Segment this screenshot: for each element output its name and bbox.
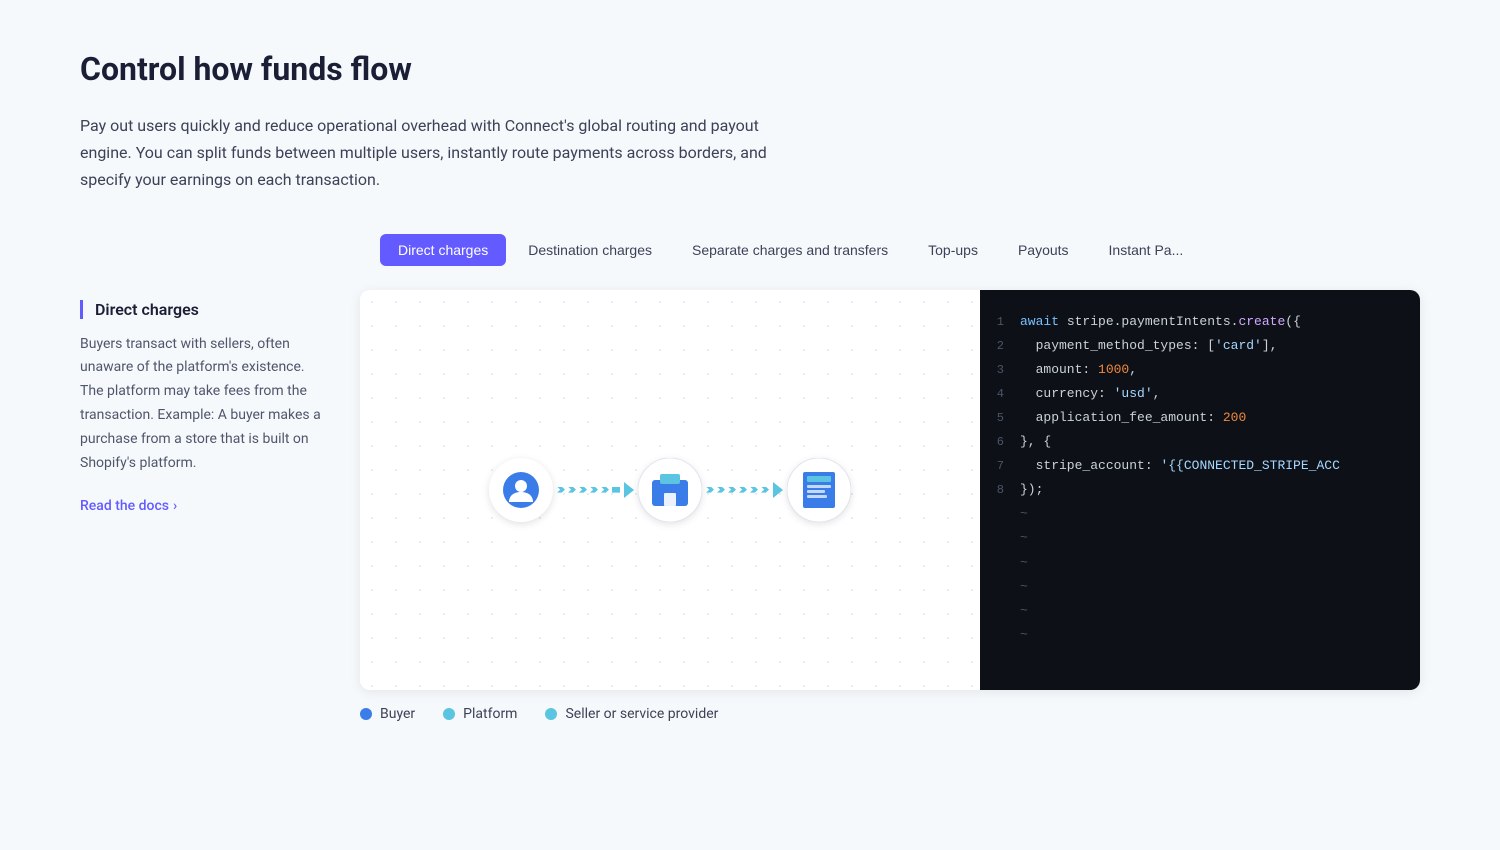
code-tilde-4: ~ (980, 575, 1420, 599)
page-description: Pay out users quickly and reduce operati… (80, 112, 810, 194)
code-tilde-3: ~ (980, 551, 1420, 575)
legend-bar: Buyer Platform Seller or service provide… (360, 690, 1420, 726)
legend-platform-label: Platform (463, 706, 517, 722)
read-docs-link[interactable]: Read the docs › (80, 498, 177, 514)
code-tilde-5: ~ (980, 599, 1420, 623)
diagram-code-wrapper: 1 await stripe.paymentIntents.create({ 2… (360, 290, 1420, 690)
flow-arrow-2 (706, 482, 783, 498)
content-area: Direct charges Buyers transact with sell… (80, 290, 1420, 726)
section-title: Direct charges (80, 300, 330, 319)
seller-icon (787, 458, 851, 522)
arrow-dots-1 (557, 482, 634, 498)
code-line-6: 6 }, { (980, 430, 1420, 454)
tab-topups[interactable]: Top-ups (910, 234, 996, 266)
tab-direct-charges[interactable]: Direct charges (380, 234, 506, 266)
flow-diagram (489, 458, 851, 522)
tab-payouts[interactable]: Payouts (1000, 234, 1087, 266)
legend-dot-platform (443, 708, 455, 720)
code-tilde-6: ~ (980, 623, 1420, 647)
platform-icon (638, 458, 702, 522)
arrow-dots-2 (706, 482, 783, 498)
diagram-panel (360, 290, 980, 690)
code-line-1: 1 await stripe.paymentIntents.create({ (980, 310, 1420, 334)
page-container: Control how funds flow Pay out users qui… (0, 0, 1500, 766)
flow-arrow-1 (557, 482, 634, 498)
legend-buyer: Buyer (360, 706, 415, 722)
legend-buyer-label: Buyer (380, 706, 415, 722)
code-line-2: 2 payment_method_types: ['card'], (980, 334, 1420, 358)
code-panel: 1 await stripe.paymentIntents.create({ 2… (980, 290, 1420, 690)
tab-destination-charges[interactable]: Destination charges (510, 234, 670, 266)
tab-separate-charges[interactable]: Separate charges and transfers (674, 234, 906, 266)
read-docs-label: Read the docs (80, 498, 169, 514)
code-line-8: 8 }); (980, 478, 1420, 502)
tabs-bar: Direct charges Destination charges Separ… (80, 234, 1420, 266)
code-line-5: 5 application_fee_amount: 200 (980, 406, 1420, 430)
code-line-3: 3 amount: 1000, (980, 358, 1420, 382)
buyer-node (489, 458, 553, 522)
buyer-icon (489, 458, 553, 522)
code-tilde-2: ~ (980, 526, 1420, 550)
page-title: Control how funds flow (80, 50, 1420, 88)
right-panel: 1 await stripe.paymentIntents.create({ 2… (360, 290, 1420, 726)
code-tilde-1: ~ (980, 502, 1420, 526)
code-line-4: 4 currency: 'usd', (980, 382, 1420, 406)
platform-node (638, 458, 702, 522)
legend-dot-buyer (360, 708, 372, 720)
legend-platform: Platform (443, 706, 517, 722)
seller-node (787, 458, 851, 522)
tab-instant-payouts[interactable]: Instant Pa... (1091, 234, 1202, 266)
legend-dot-seller (545, 708, 557, 720)
read-docs-arrow: › (173, 498, 177, 514)
section-description: Buyers transact with sellers, often unaw… (80, 333, 330, 476)
legend-seller-label: Seller or service provider (565, 706, 718, 722)
code-line-7: 7 stripe_account: '{{CONNECTED_STRIPE_AC… (980, 454, 1420, 478)
left-panel: Direct charges Buyers transact with sell… (80, 290, 360, 726)
legend-seller: Seller or service provider (545, 706, 718, 722)
